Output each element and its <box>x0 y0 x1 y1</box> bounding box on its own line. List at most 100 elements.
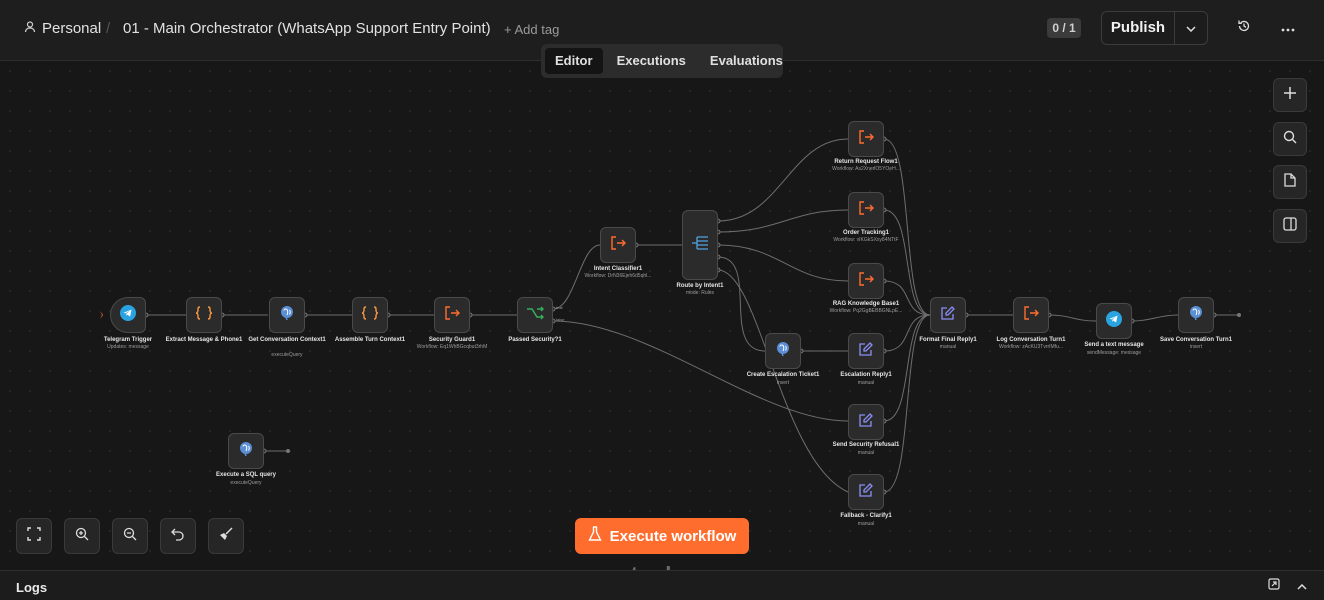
node-label: Passed Security?1 <box>508 337 562 343</box>
subworkflow-icon <box>858 271 874 291</box>
node-fallback-clarify[interactable] <box>848 474 884 510</box>
node-escalation-reply[interactable] <box>848 333 884 369</box>
plus-icon <box>1283 86 1297 105</box>
node-return-request-flow[interactable] <box>848 121 884 157</box>
chevron-down-icon <box>1186 19 1196 37</box>
node-format-final-reply[interactable] <box>930 297 966 333</box>
tab-evaluations[interactable]: Evaluations <box>700 48 793 74</box>
app-window: Personal / 01 - Main Orchestrator (Whats… <box>0 0 1324 600</box>
node-label: Execute a SQL query <box>216 472 276 478</box>
execute-workflow-button[interactable]: Execute workflow <box>575 518 749 554</box>
node-label: Escalation Reply1 <box>840 372 892 378</box>
logs-panel-bar[interactable]: Logs <box>0 570 1324 600</box>
zoom-in-icon <box>75 527 89 546</box>
node-label: Save Conversation Turn1 <box>1160 337 1232 343</box>
node-route-by-intent[interactable] <box>682 210 718 280</box>
workspace-label: Personal <box>42 20 102 37</box>
edit-icon <box>941 305 955 325</box>
subworkflow-icon <box>858 200 874 220</box>
popout-icon <box>1268 577 1280 595</box>
history-icon <box>1237 19 1251 38</box>
chevron-up-icon <box>1297 577 1307 595</box>
breadcrumb-workspace[interactable]: Personal <box>24 20 101 37</box>
node-telegram-trigger[interactable] <box>110 297 146 333</box>
search-nodes-button[interactable] <box>1273 122 1307 156</box>
node-subtitle: Workflow: vIKGkSXxy84NTtF <box>833 237 899 243</box>
node-extract-message[interactable] <box>186 297 222 333</box>
publish-group: Publish <box>1101 11 1208 45</box>
node-get-conversation-context[interactable] <box>269 297 305 333</box>
telegram-icon <box>1106 310 1122 332</box>
node-assemble-turn-context[interactable] <box>352 297 388 333</box>
undo-button[interactable] <box>160 518 196 554</box>
node-subtitle: Workflow: As2XnerlO5YOeH... <box>832 166 900 172</box>
edit-icon <box>859 412 873 432</box>
node-order-tracking[interactable] <box>848 192 884 228</box>
node-create-escalation-ticket[interactable] <box>765 333 801 369</box>
telegram-icon <box>120 304 136 326</box>
edit-icon <box>859 482 873 502</box>
postgres-icon <box>279 305 295 326</box>
add-tag-button[interactable]: + Add tag <box>504 22 559 37</box>
workflow-title[interactable]: 01 - Main Orchestrator (WhatsApp Support… <box>123 20 491 37</box>
node-subtitle: executeQuery <box>230 480 262 486</box>
node-subtitle: mode: Rules <box>685 290 715 296</box>
postgres-icon <box>238 441 254 462</box>
node-send-security-refusal[interactable] <box>848 404 884 440</box>
node-rag-knowledge-base[interactable] <box>848 263 884 299</box>
history-button[interactable] <box>1234 18 1254 38</box>
subworkflow-icon <box>858 129 874 149</box>
node-intent-classifier[interactable] <box>600 227 636 263</box>
node-subtitle: manual <box>857 380 875 386</box>
broom-icon <box>219 527 233 546</box>
tab-editor[interactable]: Editor <box>545 48 603 74</box>
node-label: RAG Knowledge Base1 <box>832 301 900 307</box>
zoom-in-button[interactable] <box>64 518 100 554</box>
node-subtitle: sendMessage: message <box>1086 350 1142 356</box>
node-subtitle: insert <box>1189 344 1203 350</box>
zoom-out-icon <box>123 527 137 546</box>
sticky-note-button[interactable] <box>1273 165 1307 199</box>
node-subtitle: Workflow: Eq1WhBGcqbut3rhM <box>416 344 488 350</box>
publish-dropdown-button[interactable] <box>1175 12 1207 44</box>
workflow-canvas[interactable]: Telegram Trigger Updates: message Extrac… <box>0 61 1324 570</box>
if-icon <box>526 306 544 325</box>
node-log-conversation-turn[interactable] <box>1013 297 1049 333</box>
logs-popout-button[interactable] <box>1267 577 1281 595</box>
fit-view-icon <box>27 526 41 546</box>
node-label: Order Tracking1 <box>842 230 890 236</box>
add-node-button[interactable] <box>1273 78 1307 112</box>
postgres-icon <box>775 341 791 362</box>
node-subtitle: Workflow: Pq2GgBEBBGNLpE... <box>829 308 903 314</box>
node-subtitle: executeQuery <box>271 352 303 358</box>
toggle-panel-button[interactable] <box>1273 209 1307 243</box>
flask-icon <box>588 526 602 546</box>
node-label: Intent Classifier1 <box>593 266 643 272</box>
fit-view-button[interactable] <box>16 518 52 554</box>
switch-icon <box>691 235 709 256</box>
view-tabs: Editor Executions Evaluations <box>541 44 783 78</box>
node-save-conversation-turn[interactable] <box>1178 297 1214 333</box>
more-horizontal-icon <box>1281 19 1295 37</box>
port-label-false: false <box>556 317 565 322</box>
search-icon <box>1283 130 1297 149</box>
zoom-out-button[interactable] <box>112 518 148 554</box>
node-label: Send Security Refusal1 <box>832 442 900 448</box>
publish-button[interactable]: Publish <box>1102 12 1175 44</box>
sidebar-panel-icon <box>1283 216 1297 236</box>
node-security-guard[interactable] <box>434 297 470 333</box>
port-label-true: true <box>556 305 563 310</box>
document-icon <box>1284 172 1296 192</box>
node-label: Route by Intent1 <box>676 283 724 289</box>
tab-executions[interactable]: Executions <box>607 48 696 74</box>
node-subtitle: Workflow: DrN36Ejeh6d5qhl... <box>584 273 652 279</box>
logs-expand-button[interactable] <box>1295 579 1309 593</box>
tidy-up-button[interactable] <box>208 518 244 554</box>
breadcrumb-separator: / <box>106 20 111 37</box>
node-execute-sql-query[interactable] <box>228 433 264 469</box>
node-passed-security[interactable] <box>517 297 553 333</box>
node-send-text-message[interactable] <box>1096 303 1132 339</box>
version-badge: 0 / 1 <box>1047 18 1081 38</box>
node-subtitle: manual <box>857 521 875 527</box>
more-options-button[interactable] <box>1278 18 1298 38</box>
